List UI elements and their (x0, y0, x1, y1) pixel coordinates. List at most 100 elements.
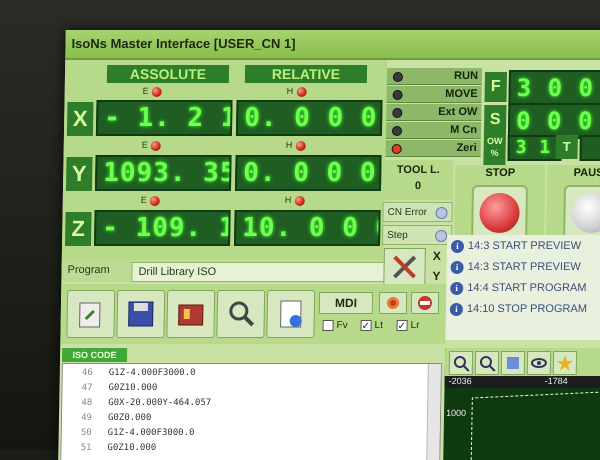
indicator-h-label: H (285, 140, 293, 150)
log-entry: i 14:3 START PREVIEW (450, 258, 600, 277)
y-absolute-display: 1093. 354 (94, 155, 232, 191)
code-line: 50 G1Z-4.000F3000.0 (62, 426, 427, 441)
speed-display: 0 0 0 (507, 103, 600, 139)
y-axis-select[interactable]: Y (426, 266, 446, 286)
code-line: 47 G0Z10.000 (62, 381, 427, 396)
log-entry: i 14:4 START PROGRAM (450, 279, 600, 298)
y-abs-indicator: E (142, 140, 161, 151)
step-label: Step (387, 230, 408, 241)
new-document-icon (280, 300, 302, 328)
pause-button[interactable] (563, 185, 600, 241)
code-line: 48 G0X-20.000Y-464.057 (62, 396, 427, 411)
checkbox-icon (322, 320, 334, 331)
led-icon (149, 195, 160, 206)
code-text: G0Z10.000 (108, 383, 158, 393)
status-ext-ow: Ext OW (386, 104, 482, 121)
code-line: 46 G1Z-4.000F3000.0 (63, 366, 428, 381)
tool-length-value: 0 (414, 180, 422, 192)
status-label: M Cn (450, 124, 478, 136)
cn-error-button[interactable]: CN Error (382, 202, 453, 222)
step-button[interactable]: Step (382, 225, 453, 245)
pause-icon (571, 193, 600, 233)
mdi-button[interactable]: MDI (318, 292, 374, 314)
led-icon (294, 195, 305, 206)
emergency-button[interactable] (410, 292, 440, 314)
wrench-screwdriver-icon (393, 255, 417, 279)
status-label: Zeri (456, 142, 477, 154)
machine-status-panel: RUN MOVE Ext OW M Cn Zeri (385, 68, 483, 160)
program-name-field[interactable]: Drill Library ISO (131, 262, 385, 282)
stop-label: STOP (485, 167, 516, 179)
x-relative-display: 0. 0 0 0 (235, 100, 383, 136)
status-led-icon (391, 126, 403, 136)
axis-label-y: Y (65, 157, 93, 191)
star-button[interactable] (552, 351, 578, 375)
code-text: G0X-20.000Y-464.057 (108, 398, 212, 408)
indicator-h-label: H (286, 86, 294, 96)
feed-display: 3 0 0 0 (508, 70, 600, 106)
code-text: G0Z0.000 (107, 413, 152, 423)
log-text: 14:10 STOP PROGRAM (466, 303, 588, 315)
emergency-icon (417, 296, 432, 310)
new-document-button[interactable] (266, 290, 316, 338)
code-scrollbar[interactable] (426, 364, 441, 460)
alarm-button[interactable] (378, 292, 408, 314)
lr-checkbox[interactable]: ✓ Lr (396, 320, 420, 332)
x-axis-select[interactable]: X (427, 246, 447, 266)
save-button[interactable] (116, 290, 166, 338)
status-led-icon (392, 90, 403, 100)
view-toolbar (444, 348, 600, 376)
checkbox-label: Lt (374, 320, 384, 332)
status-led-icon (392, 108, 403, 118)
lt-checkbox[interactable]: ✓ Lt (360, 320, 384, 332)
relative-header: RELATIVE (244, 65, 368, 83)
led-icon (150, 140, 161, 151)
zoom-out-button[interactable] (474, 351, 500, 375)
wrench-tools-button[interactable] (383, 248, 426, 286)
library-button[interactable] (166, 290, 216, 338)
status-label: MOVE (445, 88, 478, 100)
axis-label-x: X (66, 102, 94, 136)
info-icon: i (450, 260, 464, 274)
message-log: i 14:3 START PREVIEW i 14:3 START PREVIEW … (445, 235, 600, 340)
fv-checkbox[interactable]: Fv (322, 320, 348, 331)
z-rel-indicator: H (285, 195, 305, 206)
program-bar: Program Drill Library ISO (61, 260, 385, 282)
axis-label-z: Z (64, 212, 92, 246)
eye-icon (530, 358, 547, 368)
line-number: 48 (81, 398, 93, 408)
main-toolbar: MDI Fv ✓ Lt ✓ Lr (60, 284, 447, 344)
tool-length-label: TOOL L. (396, 164, 440, 176)
library-icon (178, 304, 204, 326)
search-button[interactable] (216, 290, 266, 338)
checkbox-label: Lr (410, 320, 420, 332)
stop-button[interactable] (471, 185, 529, 241)
indicator-h-label: H (284, 195, 292, 205)
line-number: 50 (80, 428, 92, 438)
view-eye-button[interactable] (526, 351, 552, 375)
line-number: 51 (80, 443, 92, 453)
pause-label: PAUSE (573, 167, 600, 179)
toolpath-view[interactable]: -2036 -1784 1000 (443, 348, 600, 460)
status-zeri: Zeri (385, 140, 481, 157)
log-entry: i 14:3 START PREVIEW (450, 237, 600, 256)
log-text: 14:3 START PREVIEW (467, 261, 581, 273)
tab-iso-code[interactable]: ISO CODE (61, 348, 128, 362)
status-led-icon (392, 72, 404, 82)
fit-view-button[interactable] (500, 351, 526, 375)
x-rel-indicator: H (287, 86, 307, 97)
indicator-e-label: E (142, 86, 149, 96)
zoom-in-button[interactable] (448, 351, 474, 375)
led-icon (295, 140, 306, 151)
iso-code-editor[interactable]: 46 G1Z-4.000F3000.0 47 G0Z10.000 48 G0X-20.… (60, 363, 442, 460)
feed-label: F (484, 72, 508, 102)
radio-icon (435, 230, 448, 242)
code-line: 49 G0Z0.000 (62, 411, 427, 426)
code-text: G0Z10.000 (107, 443, 157, 453)
override-display: 3 1 (507, 135, 562, 161)
open-file-button[interactable] (66, 290, 116, 338)
z-relative-display: 10. 0 0 0 (233, 210, 381, 246)
z-absolute-display: - 109. 166 (93, 210, 231, 246)
radio-icon (435, 207, 448, 219)
indicator-e-label: E (140, 195, 147, 205)
